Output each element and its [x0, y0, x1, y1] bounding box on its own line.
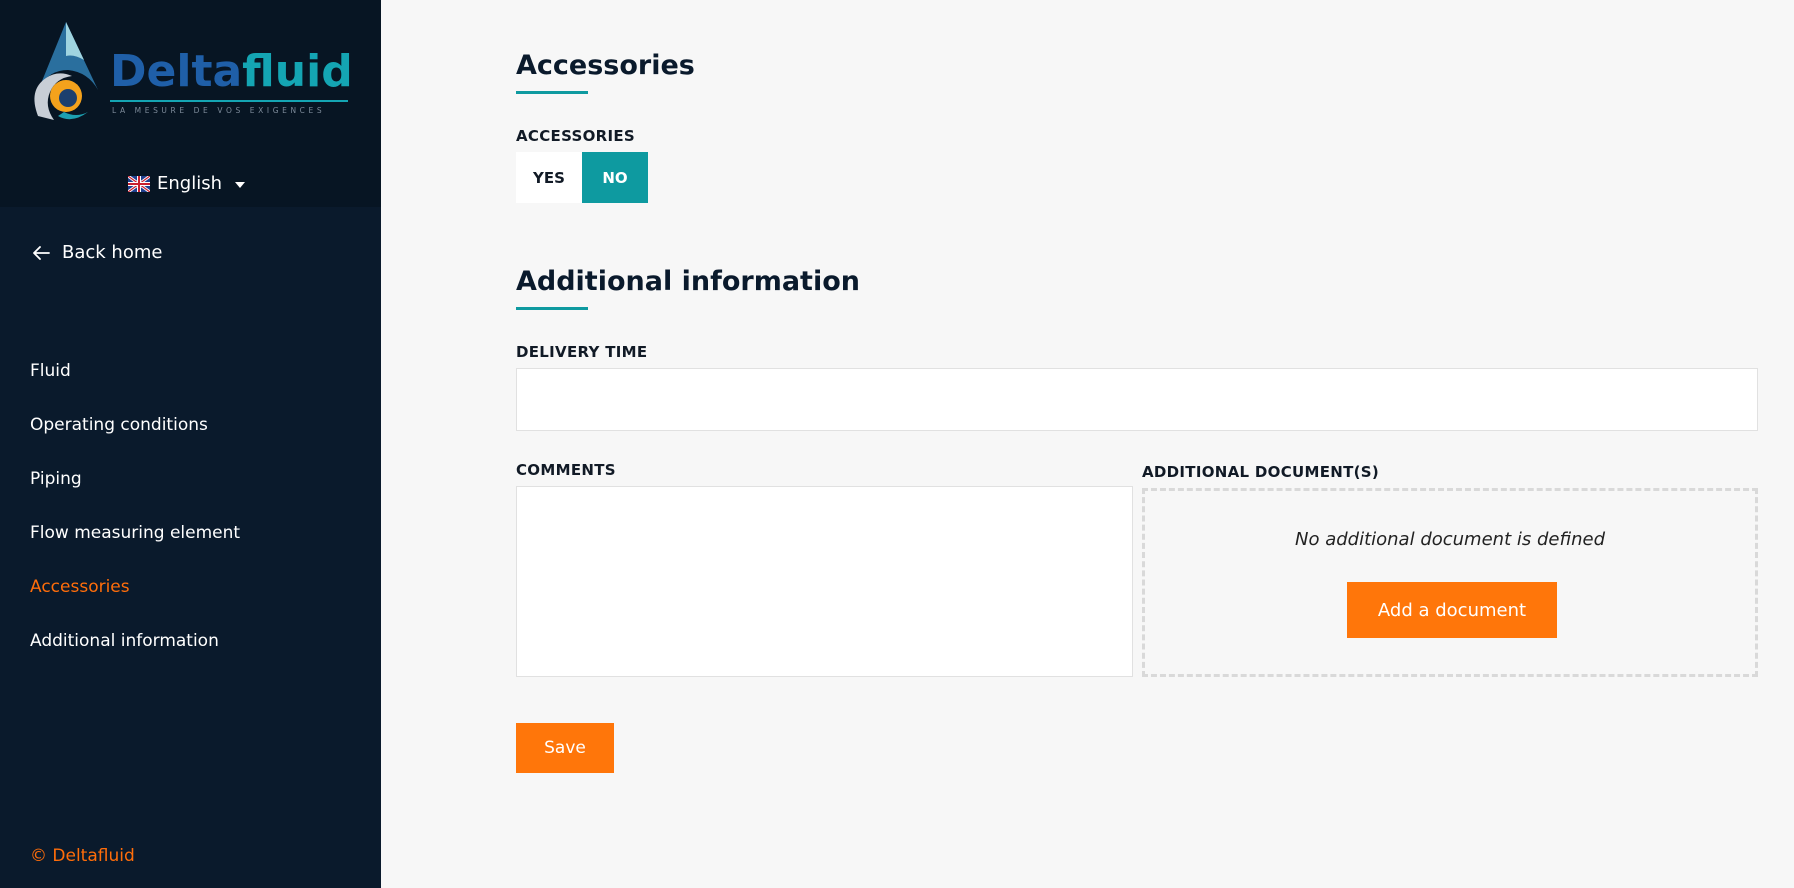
save-button[interactable]: Save: [516, 723, 614, 773]
language-label: English: [157, 173, 222, 194]
logo-rule: [110, 100, 348, 102]
sidebar-item-flow-measuring-element[interactable]: Flow measuring element: [30, 520, 240, 574]
accessories-toggle: YES NO: [516, 152, 648, 203]
additional-documents-label: ADDITIONAL DOCUMENT(S): [1142, 463, 1380, 481]
logo-drop-icon: [34, 22, 98, 120]
accessories-yes-option[interactable]: YES: [516, 152, 582, 203]
language-selector[interactable]: English: [128, 173, 245, 194]
delivery-time-label: DELIVERY TIME: [516, 343, 648, 361]
logo-word-fluid: fluid: [242, 46, 353, 97]
copyright: © Deltafluid: [30, 846, 135, 866]
logo-wordmark: Deltafluid: [110, 46, 353, 97]
comments-label: COMMENTS: [516, 461, 616, 479]
deltafluid-logo[interactable]: Deltafluid LA MESURE DE VOS EXIGENCES: [28, 20, 353, 124]
accessories-field-label: ACCESSORIES: [516, 127, 636, 145]
uk-flag-icon: [128, 175, 150, 192]
accessories-no-option[interactable]: NO: [582, 152, 648, 203]
sidebar: Deltafluid LA MESURE DE VOS EXIGENCES En…: [0, 0, 381, 888]
logo-word-delta: Delta: [110, 46, 243, 97]
delivery-time-input[interactable]: [516, 368, 1758, 431]
sidebar-item-additional-information[interactable]: Additional information: [30, 628, 240, 682]
no-document-message: No additional document is defined: [1295, 529, 1605, 550]
sidebar-item-fluid[interactable]: Fluid: [30, 358, 240, 412]
accessories-title-underline: [516, 91, 588, 94]
documents-dropzone: No additional document is defined Add a …: [1142, 488, 1758, 677]
additional-info-title-underline: [516, 307, 588, 310]
back-home-link[interactable]: Back home: [32, 242, 162, 263]
sidebar-item-accessories[interactable]: Accessories: [30, 574, 240, 628]
back-home-label: Back home: [62, 242, 163, 263]
caret-down-icon: [235, 181, 245, 188]
sidebar-nav: Fluid Operating conditions Piping Flow m…: [30, 358, 240, 682]
accessories-section-title: Accessories: [516, 50, 695, 81]
sidebar-header: Deltafluid LA MESURE DE VOS EXIGENCES En…: [0, 0, 381, 207]
sidebar-item-operating-conditions[interactable]: Operating conditions: [30, 412, 240, 466]
sidebar-item-piping[interactable]: Piping: [30, 466, 240, 520]
comments-textarea[interactable]: [516, 486, 1133, 677]
add-document-button[interactable]: Add a document: [1347, 582, 1557, 638]
arrow-left-icon: [33, 245, 50, 260]
additional-info-section-title: Additional information: [516, 266, 860, 297]
logo-tagline: LA MESURE DE VOS EXIGENCES: [112, 106, 326, 115]
